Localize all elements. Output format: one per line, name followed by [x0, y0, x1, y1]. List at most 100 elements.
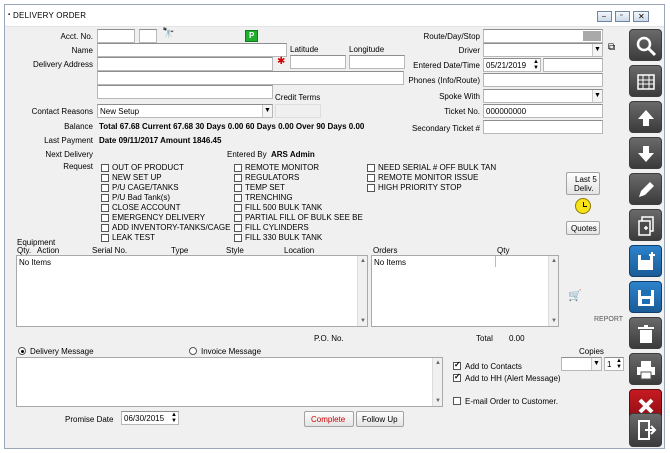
secondary-ticket-field[interactable]: [483, 120, 603, 134]
driver-link-icon[interactable]: ⧉: [608, 42, 615, 53]
credit-terms-label: Credit Terms: [275, 93, 321, 102]
arrow-down-icon: [638, 146, 654, 162]
request-checkbox[interactable]: [234, 174, 242, 182]
close-window-button[interactable]: ✕: [633, 11, 649, 22]
request-checkbox[interactable]: [101, 174, 109, 182]
edit-button[interactable]: [629, 173, 662, 205]
complete-button[interactable]: Complete: [304, 411, 354, 427]
driver-select[interactable]: ▼: [483, 43, 603, 57]
minimize-button[interactable]: –: [597, 11, 612, 22]
request-checkbox[interactable]: [234, 234, 242, 242]
name-field[interactable]: [97, 43, 287, 57]
maximize-button[interactable]: ▫: [615, 11, 630, 22]
shopping-cart-icon[interactable]: 🛒: [568, 289, 582, 302]
chevron-down-icon[interactable]: ▼: [262, 105, 272, 117]
orders-list[interactable]: No Items ▲ ▼: [371, 255, 559, 327]
last-5-deliveries-button[interactable]: Last 5 Deliv.: [566, 172, 600, 195]
entered-date-time-label: Entered Date/Time: [413, 61, 480, 70]
email-order-checkbox[interactable]: [453, 397, 461, 405]
binoculars-icon[interactable]: 🔭: [162, 28, 174, 39]
window-menu-icon[interactable]: ▪: [8, 12, 10, 18]
request-label: Request: [63, 162, 93, 171]
delete-button[interactable]: [629, 317, 662, 349]
copy-add-button[interactable]: [629, 209, 662, 241]
message-scrollbar[interactable]: ▲ ▼: [432, 358, 442, 406]
promise-date-label: Promise Date: [65, 415, 114, 424]
acct-no-suffix-field[interactable]: [139, 29, 157, 43]
add-to-hh-checkbox[interactable]: [453, 372, 461, 382]
request-checkbox[interactable]: [101, 214, 109, 222]
equipment-scrollbar[interactable]: ▲ ▼: [357, 256, 367, 326]
map-pin-icon[interactable]: ✱: [277, 56, 285, 67]
add-to-contacts-checkbox[interactable]: [453, 360, 461, 370]
date-spinner-icon[interactable]: ▲ ▼: [533, 59, 539, 71]
request-checkbox[interactable]: [367, 184, 375, 192]
chevron-down-icon[interactable]: ▼: [592, 90, 602, 102]
move-down-button[interactable]: [629, 137, 662, 169]
save-button[interactable]: [629, 281, 662, 313]
route-lookup-button[interactable]: [583, 31, 601, 41]
request-checkbox[interactable]: [101, 194, 109, 202]
entered-by-value: ARS Admin: [271, 150, 315, 159]
route-day-stop-field[interactable]: [483, 29, 603, 43]
request-checkbox[interactable]: [234, 224, 242, 232]
contact-reasons-select[interactable]: New Setup ▼: [97, 104, 273, 118]
request-checkbox[interactable]: [234, 184, 242, 192]
request-checkbox[interactable]: [101, 164, 109, 172]
request-checkbox[interactable]: [367, 174, 375, 182]
report-link[interactable]: REPORT: [594, 316, 623, 323]
delivery-order-window: ▪ DELIVERY ORDER – ▫ ✕ Acct. No. 🔭 P Nam…: [4, 4, 665, 449]
quotes-label: Quotes: [571, 224, 597, 233]
grid-button[interactable]: [629, 65, 662, 97]
request-checkbox[interactable]: [234, 214, 242, 222]
trash-icon: [638, 325, 654, 343]
request-checkbox[interactable]: [101, 204, 109, 212]
acct-no-field[interactable]: [97, 29, 135, 43]
entered-time-field[interactable]: [543, 58, 603, 72]
save-new-button[interactable]: [629, 245, 662, 277]
entered-date-field[interactable]: 05/21/2019 ▲ ▼: [483, 58, 541, 72]
promise-date-spinner-icon[interactable]: ▲ ▼: [171, 412, 177, 424]
promise-date-field[interactable]: 06/30/2015 ▲ ▼: [121, 411, 179, 425]
move-up-button[interactable]: [629, 101, 662, 133]
request-checkbox[interactable]: [101, 184, 109, 192]
copies-field[interactable]: 1 ▲ ▼: [604, 357, 624, 371]
chevron-down-icon[interactable]: ▼: [591, 358, 601, 370]
last-payment-value: Date 09/11/2017 Amount 1846.45: [99, 136, 222, 145]
request-checkbox[interactable]: [367, 164, 375, 172]
flag-icon[interactable]: P: [245, 30, 258, 42]
contact-reasons-extra: [275, 104, 321, 118]
clock-icon[interactable]: [575, 198, 591, 214]
save-new-icon: [638, 252, 655, 270]
chevron-down-icon[interactable]: ▼: [592, 44, 602, 56]
latitude-field[interactable]: [290, 55, 346, 69]
message-textarea[interactable]: ▲ ▼: [16, 357, 443, 407]
route-day-stop-label: Route/Day/Stop: [423, 32, 480, 41]
delivery-address-line1[interactable]: [97, 57, 273, 71]
equipment-action-header: Action: [37, 246, 60, 255]
delivery-message-radio[interactable]: [18, 347, 26, 355]
request-checkbox[interactable]: [234, 204, 242, 212]
secondary-ticket-label: Secondary Ticket #: [411, 124, 480, 133]
phones-field[interactable]: [483, 73, 603, 87]
request-checkbox[interactable]: [101, 224, 109, 232]
ticket-no-field[interactable]: 000000000: [483, 104, 603, 118]
request-checkbox[interactable]: [234, 164, 242, 172]
print-button[interactable]: [629, 353, 662, 385]
email-order-label: E-mail Order to Customer.: [465, 397, 558, 406]
add-to-hh-label: Add to HH (Alert Message): [465, 374, 561, 383]
copies-spinner-icon[interactable]: ▲ ▼: [616, 358, 622, 370]
quotes-button[interactable]: Quotes: [566, 221, 600, 235]
delivery-address-line2[interactable]: [97, 71, 404, 85]
orders-scrollbar[interactable]: ▲ ▼: [548, 256, 558, 326]
copies-printer-select[interactable]: ▼: [561, 357, 602, 371]
exit-button[interactable]: [629, 413, 662, 447]
request-checkbox[interactable]: [234, 194, 242, 202]
delivery-address-line3[interactable]: [97, 85, 273, 99]
request-checkbox[interactable]: [101, 234, 109, 242]
spoke-with-select[interactable]: ▼: [483, 89, 603, 103]
invoice-message-radio[interactable]: [189, 347, 197, 355]
follow-up-button[interactable]: Follow Up: [356, 411, 404, 427]
search-button[interactable]: [629, 29, 662, 61]
equipment-list[interactable]: No Items ▲ ▼: [16, 255, 368, 327]
